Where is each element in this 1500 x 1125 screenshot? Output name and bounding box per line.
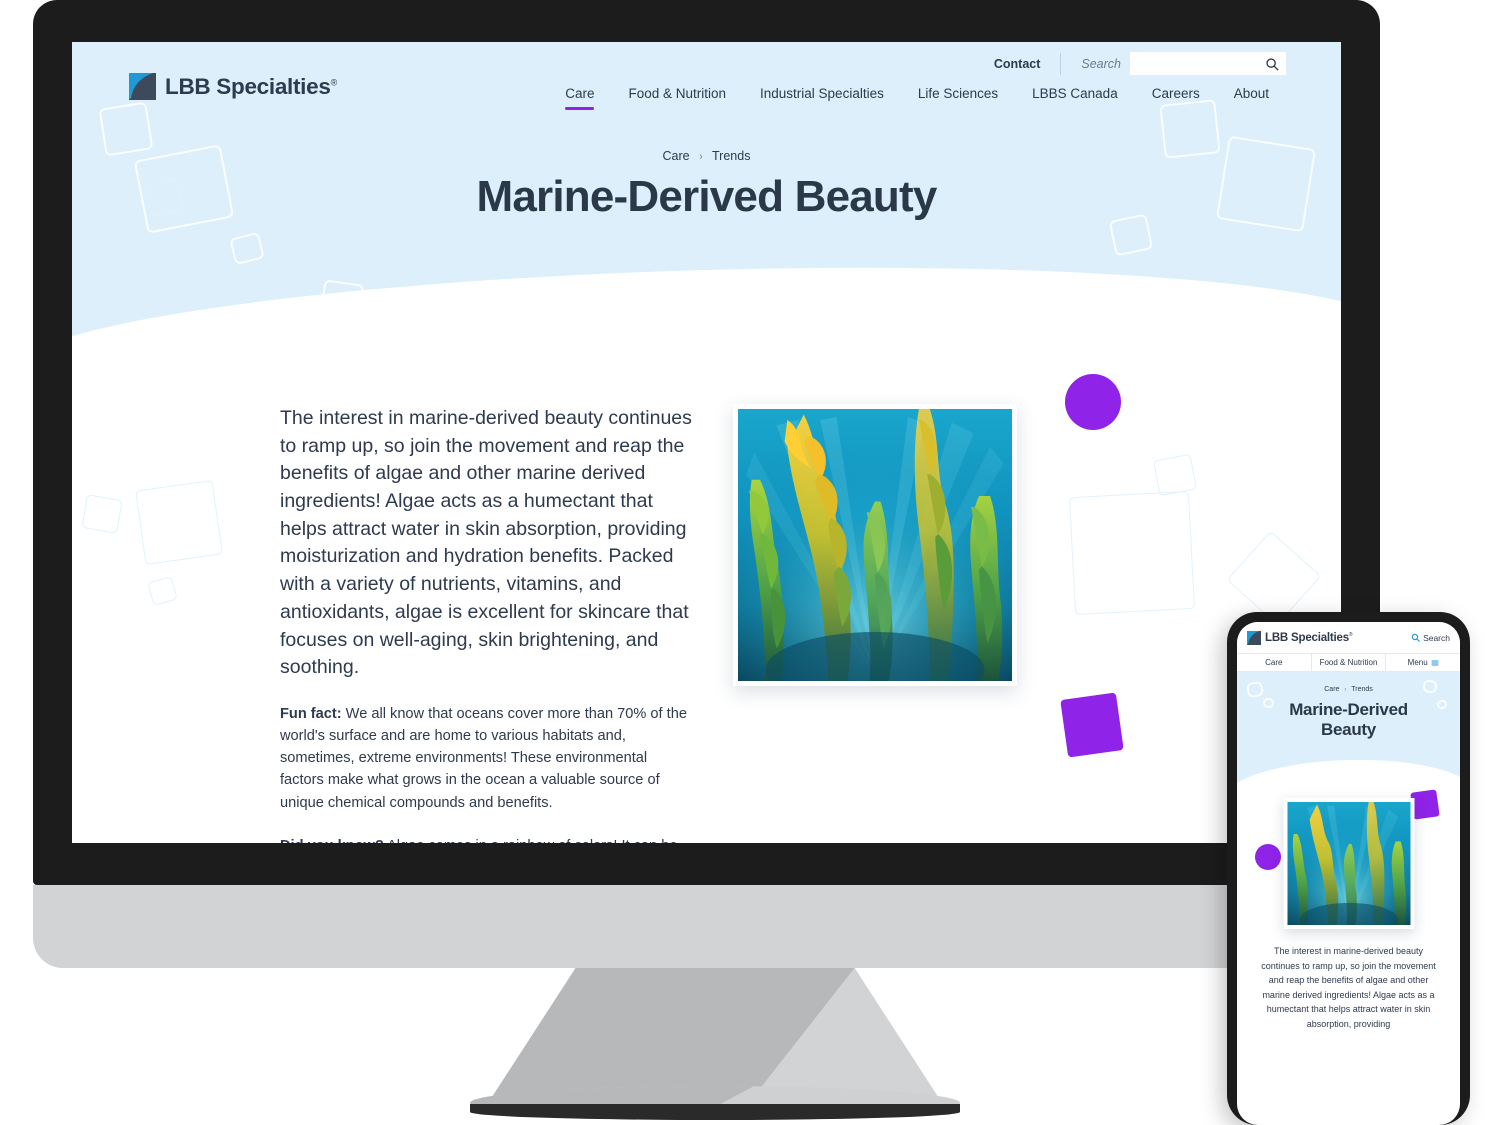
site-logo[interactable]: LBB Specialties® (129, 73, 337, 100)
breadcrumb-separator: › (699, 151, 703, 163)
article-did-you-know-paragraph: Did you know? Algae comes in a rainbow o… (280, 835, 692, 843)
did-you-know-label: Did you know? (280, 838, 384, 843)
purple-square-icon (1410, 789, 1440, 820)
mobile-site-logo[interactable]: LBB Specialties® (1247, 630, 1353, 645)
search-icon (1266, 57, 1279, 71)
monitor-stand-base-edge (470, 1104, 960, 1120)
contact-link[interactable]: Contact (994, 57, 1061, 71)
article-content: The interest in marine-derived beauty co… (72, 362, 1341, 843)
mobile-page-title: Marine-Derived Beauty (1289, 700, 1408, 740)
registered-mark: ® (330, 77, 338, 87)
breadcrumb-current[interactable]: Trends (712, 149, 750, 163)
nav-active-underline (565, 106, 595, 110)
site-header: LBB Specialties® Contact Search Care Foo… (72, 42, 1341, 162)
mobile-tab-food-nutrition[interactable]: Food & Nutrition (1312, 654, 1387, 671)
breadcrumb-parent[interactable]: Care (663, 149, 690, 163)
mobile-menu-button[interactable]: Menu (1386, 654, 1460, 671)
mobile-hero-banner: Care › Trends Marine-Derived Beauty (1237, 672, 1460, 790)
search-box (1130, 52, 1286, 75)
mobile-header: LBB Specialties® Search (1237, 622, 1460, 653)
nav-item-careers[interactable]: Careers (1135, 86, 1217, 101)
mobile-media-area (1237, 789, 1460, 938)
purple-circle-icon (1065, 374, 1121, 430)
monitor-chin (33, 885, 1380, 968)
mobile-tab-care[interactable]: Care (1237, 654, 1312, 671)
article-copy-column: The interest in marine-derived beauty co… (280, 405, 692, 843)
mobile-breadcrumb-parent[interactable]: Care (1324, 686, 1339, 693)
mobile-logo-wordmark: LBB Specialties® (1265, 631, 1353, 644)
nav-item-care[interactable]: Care (548, 86, 611, 110)
lbb-logo-icon (129, 73, 156, 100)
mobile-article-lead: The interest in marine-derived beauty co… (1261, 946, 1436, 1029)
mobile-menu-label: Menu (1407, 658, 1428, 667)
hamburger-menu-icon (1431, 660, 1439, 665)
lbb-logo-icon (1247, 630, 1261, 645)
breadcrumb: Care › Trends (72, 149, 1341, 163)
mobile-tab-bar: Care Food & Nutrition Menu (1237, 653, 1460, 672)
nav-item-food-nutrition[interactable]: Food & Nutrition (611, 86, 743, 101)
fun-fact-text: We all know that oceans cover more than … (280, 705, 687, 811)
search-input[interactable] (1130, 52, 1258, 75)
hero-photo (733, 404, 1017, 686)
decorative-square (229, 231, 265, 266)
article-fun-fact-paragraph: Fun fact: We all know that oceans cover … (280, 703, 692, 814)
search-submit-button[interactable] (1258, 52, 1286, 75)
search-label: Search (1081, 56, 1121, 71)
search-icon (1411, 633, 1420, 642)
purple-circle-icon (1255, 844, 1281, 870)
mobile-search-label: Search (1423, 632, 1450, 643)
mobile-screen: LBB Specialties® Search Care Food & Nutr… (1237, 622, 1460, 1125)
mobile-hero-photo (1283, 798, 1414, 929)
nav-item-lbbs-canada[interactable]: LBBS Canada (1015, 86, 1135, 101)
article-media-column (717, 362, 1147, 782)
nav-item-industrial-specialties[interactable]: Industrial Specialties (743, 86, 901, 101)
logo-wordmark: LBB Specialties® (165, 73, 338, 99)
article-lead-paragraph: The interest in marine-derived beauty co… (280, 407, 692, 679)
mobile-hero-bottom-curve (1237, 756, 1460, 790)
nav-item-life-sciences[interactable]: Life Sciences (901, 86, 1015, 101)
kelp-forest-image (1287, 802, 1410, 925)
main-navigation: Care Food & Nutrition Industrial Special… (548, 86, 1286, 110)
fun-fact-label: Fun fact: (280, 705, 342, 722)
utility-nav: Contact Search (994, 52, 1286, 75)
page-title: Marine-Derived Beauty (476, 172, 937, 221)
desktop-screen: LBB Specialties® Contact Search Care Foo… (72, 42, 1341, 843)
mobile-breadcrumb: Care › Trends (1237, 672, 1460, 693)
kelp-forest-image (738, 409, 1012, 681)
mobile-search-button[interactable]: Search (1411, 633, 1450, 643)
registered-mark: ® (1348, 631, 1353, 638)
mobile-breadcrumb-current[interactable]: Trends (1351, 686, 1373, 693)
purple-square-icon (1060, 692, 1124, 758)
hero-bottom-curve (72, 250, 1341, 362)
nav-item-about[interactable]: About (1217, 86, 1286, 101)
